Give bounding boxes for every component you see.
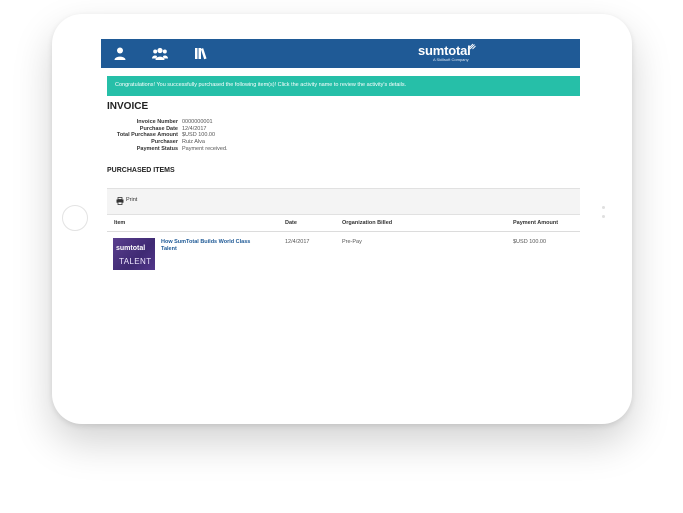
thumbnail-word: TALENT (119, 257, 152, 266)
app-screen: sumtotal A Skillsoft Company Congratulat… (101, 39, 580, 403)
detail-label: Purchaser (151, 139, 178, 146)
column-header-item: Item (114, 220, 126, 226)
user-icon[interactable] (113, 47, 127, 60)
brand-logo[interactable]: sumtotal (418, 43, 471, 58)
detail-row: Purchase Date 12/4/2017 (108, 126, 228, 133)
column-header-amount: Payment Amount (513, 220, 559, 226)
purchased-items-title: PURCHASED ITEMS (107, 167, 175, 174)
item-date: 12/4/2017 (285, 239, 310, 245)
tablet-side-dots (602, 206, 606, 226)
detail-value: 12/4/2017 (182, 125, 207, 132)
success-message: Congratulations! You successfully purcha… (115, 82, 407, 88)
library-icon[interactable] (194, 47, 208, 60)
detail-value: Ruiz Alva (182, 139, 205, 146)
invoice-title: INVOICE (107, 101, 149, 112)
thumbnail-brand: sumtotal (116, 245, 146, 252)
detail-row: Invoice Number 0000000001 (108, 119, 228, 126)
detail-value: Payment received. (182, 145, 228, 152)
users-icon[interactable] (152, 47, 168, 60)
item-amount: $USD 100.00 (513, 239, 547, 245)
detail-row: Purchaser Ruiz Alva (108, 139, 228, 146)
top-navigation-bar: sumtotal A Skillsoft Company (101, 39, 580, 68)
item-organization: Pre-Pay (342, 239, 362, 245)
item-thumbnail[interactable]: sumtotal TALENT (113, 238, 155, 270)
detail-value: 0000000001 (182, 119, 213, 125)
detail-label: Purchase Date (139, 125, 178, 132)
home-button (62, 205, 88, 231)
table-divider (107, 231, 580, 232)
brand-mark-icon (467, 43, 476, 50)
column-header-organization: Organization Billed (342, 220, 393, 226)
detail-row: Total Purchase Amount $USD 100.00 (108, 132, 228, 139)
brand-subtitle: A Skillsoft Company (433, 57, 469, 62)
detail-label: Invoice Number (136, 119, 178, 125)
detail-label: Total Purchase Amount (116, 132, 178, 139)
invoice-details: Invoice Number 0000000001 Purchase Date … (108, 119, 228, 153)
column-header-date: Date (285, 220, 297, 226)
detail-value: $USD 100.00 (182, 132, 216, 139)
printer-icon[interactable] (116, 197, 124, 205)
success-banner: Congratulations! You successfully purcha… (107, 76, 580, 96)
detail-label: Payment Status (136, 145, 178, 152)
item-activity-link[interactable]: How SumTotal Builds World Class Talent (161, 239, 266, 253)
detail-row: Payment Status Payment received. (108, 146, 228, 153)
items-toolbar: Print (107, 188, 580, 215)
print-button[interactable]: Print (126, 197, 137, 203)
